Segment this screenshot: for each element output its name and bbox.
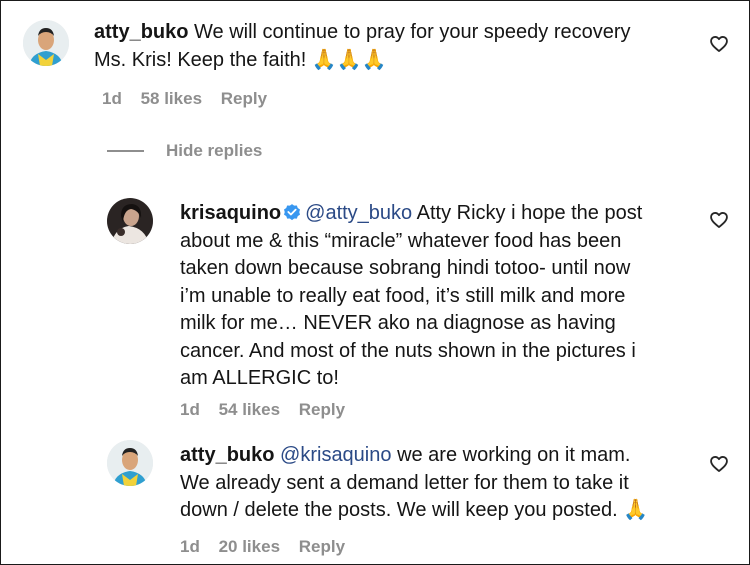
- comment-2-line-4: i’m unable to really eat food, it’s stil…: [180, 284, 626, 307]
- comment-3-line-3: down / delete the posts. We will keep yo…: [180, 499, 649, 521]
- hide-replies-divider: [107, 150, 144, 152]
- comment-3-likes[interactable]: 20 likes: [219, 537, 280, 556]
- comment-1-username[interactable]: atty_buko: [94, 21, 188, 43]
- comment-3-meta: 1d 20 likes Reply: [180, 537, 359, 557]
- heart-outline-icon[interactable]: [709, 34, 729, 54]
- comment-2-line-7: am ALLERGIC to!: [180, 367, 339, 389]
- comment-3-line-2: We already sent a demand letter for them…: [180, 471, 629, 494]
- comment-2-line-1: Atty Ricky i hope the post: [416, 202, 643, 224]
- comment-1-reply-button[interactable]: Reply: [221, 89, 267, 108]
- verified-badge-icon: [284, 204, 301, 221]
- comment-1-line-2: Ms. Kris! Keep the faith! 🙏🙏🙏: [94, 48, 387, 71]
- comment-3-mention[interactable]: @krisaquino: [280, 444, 391, 466]
- comment-3-line-1: we are working on it mam.: [397, 444, 631, 466]
- comment-2-reply-button[interactable]: Reply: [299, 400, 345, 419]
- comment-2-line-2: about me & this “miracle” whatever food …: [180, 229, 622, 252]
- comment-3-text: atty_buko @krisaquino we are working on …: [180, 442, 720, 525]
- comment-2-line-6: cancer. And most of the nuts shown in th…: [180, 339, 636, 362]
- avatar-atty-buko[interactable]: [107, 440, 153, 486]
- comment-3-username[interactable]: atty_buko: [180, 444, 274, 466]
- hide-replies-label: Hide replies: [166, 141, 263, 160]
- comment-2-text: krisaquino @atty_buko Atty Ricky i hope …: [180, 200, 720, 393]
- avatar-atty-buko[interactable]: [23, 20, 69, 66]
- comment-1-likes[interactable]: 58 likes: [141, 89, 202, 108]
- avatar-krisaquino[interactable]: [107, 198, 153, 244]
- heart-outline-icon[interactable]: [709, 210, 729, 230]
- comment-3-reply-button[interactable]: Reply: [299, 537, 345, 556]
- comment-2-likes[interactable]: 54 likes: [219, 400, 280, 419]
- comment-2-time: 1d: [180, 400, 200, 419]
- comment-3-time: 1d: [180, 537, 200, 556]
- comment-2-line-5: milk for me… NEVER ako na diagnose as ha…: [180, 312, 616, 334]
- comment-1-time: 1d: [102, 89, 122, 108]
- comment-1-line-1: We will continue to pray for your speedy…: [194, 21, 631, 43]
- comment-2-line-3: taken down because sobrang hindi totoo- …: [180, 257, 631, 279]
- comment-1-meta: 1d 58 likes Reply: [102, 89, 281, 109]
- comment-2-meta: 1d 54 likes Reply: [180, 400, 359, 420]
- comment-2-username[interactable]: krisaquino: [180, 202, 281, 224]
- hide-replies-button[interactable]: Hide replies: [107, 140, 262, 162]
- heart-outline-icon[interactable]: [709, 454, 729, 474]
- comment-1-text: atty_buko We will continue to pray for y…: [94, 19, 714, 74]
- comment-2-mention[interactable]: @atty_buko: [305, 202, 412, 224]
